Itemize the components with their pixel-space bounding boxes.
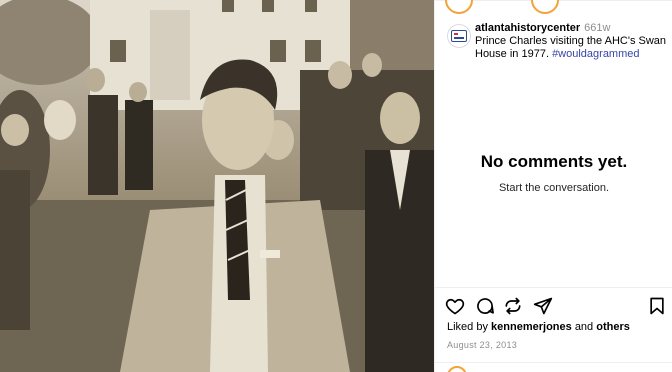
avatar[interactable] xyxy=(447,24,471,48)
likes-others-link[interactable]: others xyxy=(596,321,630,333)
caption-body: atlantahistorycenter 661w Prince Charles … xyxy=(475,22,671,61)
likes-summary: Liked by kennemerjones and others xyxy=(447,321,630,333)
post-photo xyxy=(0,0,434,372)
story-ring[interactable] xyxy=(447,366,467,372)
bookmark-icon[interactable] xyxy=(647,296,667,316)
share-icon[interactable] xyxy=(503,296,523,316)
username-link[interactable]: atlantahistorycenter xyxy=(475,22,580,34)
likes-joiner: and xyxy=(574,321,594,333)
story-ring[interactable] xyxy=(445,0,473,14)
likes-prefix: Liked by xyxy=(447,321,488,333)
divider xyxy=(435,362,672,363)
post-age: 661w xyxy=(584,22,611,34)
comment-icon[interactable] xyxy=(475,296,495,316)
empty-comments-title: No comments yet. xyxy=(480,152,628,171)
empty-comments-subtitle: Start the conversation. xyxy=(498,182,610,194)
logo-icon xyxy=(451,30,467,42)
action-bar xyxy=(445,296,667,318)
post-detail-panel: atlantahistorycenter 661w Prince Charles … xyxy=(434,0,672,372)
heart-icon[interactable] xyxy=(445,296,465,316)
divider xyxy=(435,287,672,288)
empty-comments: No comments yet. Start the conversation. xyxy=(435,152,672,194)
story-ring[interactable] xyxy=(531,0,559,14)
liker-username-link[interactable]: kennemerjones xyxy=(491,321,572,333)
send-icon[interactable] xyxy=(533,296,553,316)
post-date[interactable]: August 23, 2013 xyxy=(447,340,517,350)
photo-illustration xyxy=(0,0,434,372)
hashtag-link[interactable]: #wouldagrammed xyxy=(552,48,639,60)
